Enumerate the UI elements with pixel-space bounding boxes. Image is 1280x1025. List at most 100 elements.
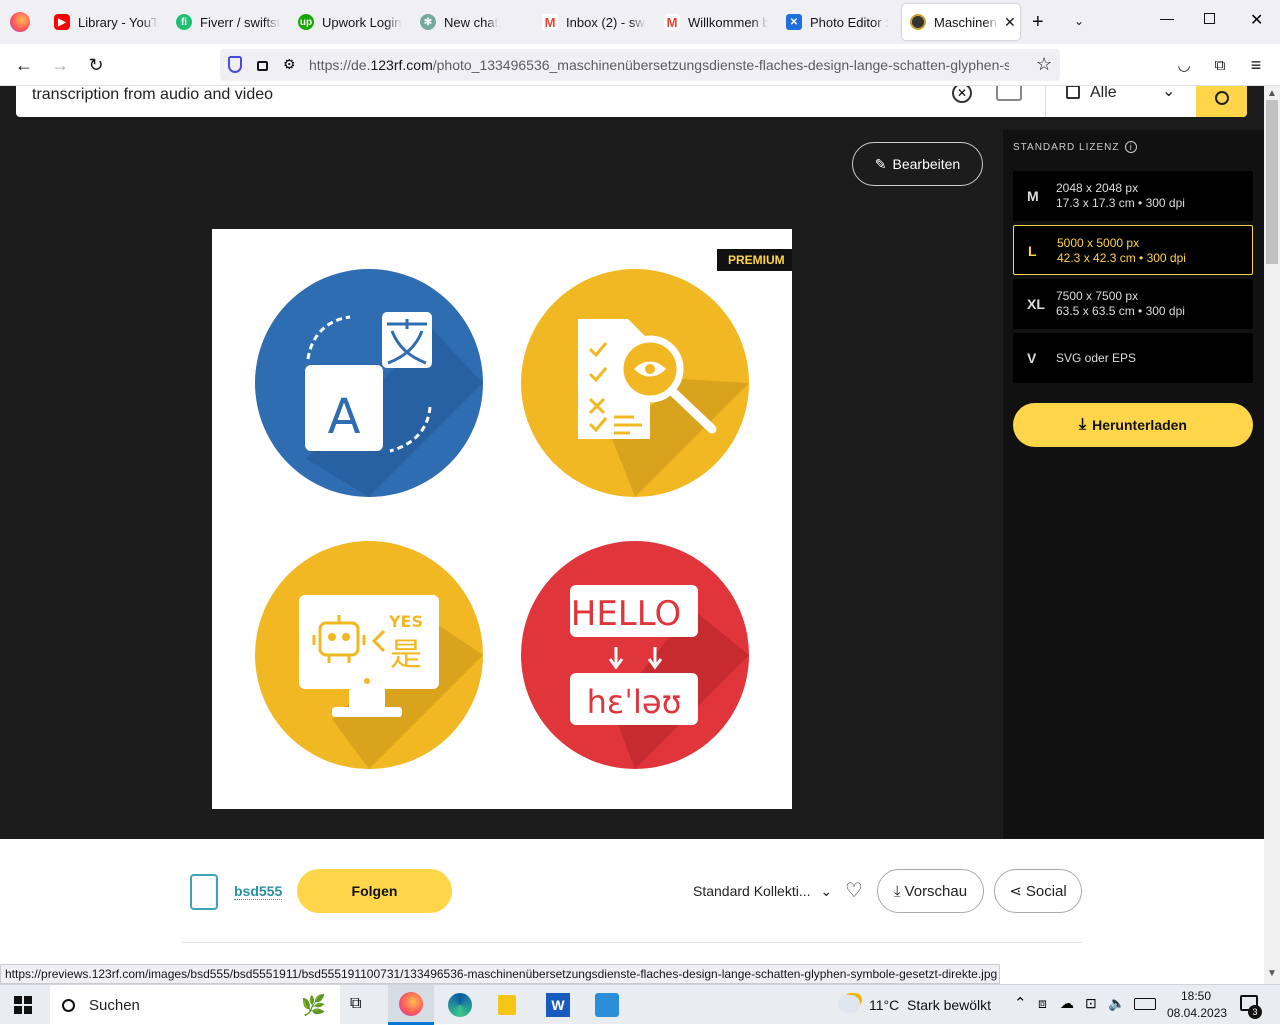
onedrive-icon[interactable]: ☁ [1060,995,1074,1012]
filter-dropdown[interactable]: Alle [1090,86,1117,102]
wifi-icon[interactable]: ⊡ [1085,995,1097,1012]
scroll-down-icon[interactable]: ▼ [1267,968,1277,979]
search-icon [62,998,75,1012]
tab-upwork[interactable]: up Upwork Login [298,0,402,44]
tab-library-youtube[interactable]: ▶ Library - YouTube [54,0,158,44]
tab-list-icon[interactable]: ⌄ [1074,14,1084,28]
clear-search-icon[interactable]: ✕ [952,86,972,103]
tab-inbox[interactable]: M Inbox (2) - swift [542,0,646,44]
tab-maschinen-active[interactable]: Maschinenüberset ✕ [902,4,1020,40]
info-icon[interactable]: i [1125,141,1138,153]
camera-search-icon[interactable] [996,86,1022,101]
chevron-down-icon: ⌄ [820,883,833,899]
forward-icon[interactable]: → [46,52,74,78]
download-button[interactable]: ⤓ Herunterladen [1013,403,1253,447]
restore-icon[interactable] [1204,13,1215,24]
chatgpt-icon: ✻ [420,14,436,30]
svg-text:A: A [328,389,361,445]
reload-icon[interactable]: ↻ [82,52,110,78]
document-review-icon [521,269,749,497]
edit-button[interactable]: ✎ Bearbeiten [852,142,983,186]
navigation-bar: ← → ↻ ⚙ https://de.123rf.com/photo_13349… [0,44,1280,86]
clock-date[interactable]: 08.04.2023 [1167,1006,1227,1020]
tab-fiverr[interactable]: fi Fiverr / swiftstudio [176,0,280,44]
yes-text: YES [388,612,423,631]
follow-button[interactable]: Folgen [297,869,452,913]
social-button[interactable]: ⋖ Social [994,869,1082,913]
tab-photo-editor[interactable]: ✕ Photo Editor : Pixlr [786,0,890,44]
file-explorer-icon[interactable] [498,995,516,1015]
translation-icons-illustration: A YES 是 HELLO hɛˈləʊ [255,269,749,769]
search-strip: transcription from audio and video ✕ All… [0,86,1264,130]
photos-icon[interactable] [595,993,619,1017]
word-icon[interactable]: W [546,993,570,1017]
search-input[interactable]: transcription from audio and video [32,86,273,104]
divider [1045,86,1046,117]
translate-icon: A [255,269,483,497]
task-view-icon[interactable]: ⧉ [350,995,361,1013]
preview-image[interactable]: PREMIUM A YES 是 HELLO hɛˈləʊ [212,229,792,809]
license-panel: STANDARD LIZENZ i M 2048 x 2048 px 17.3 … [1003,130,1264,839]
phonetic-text: hɛˈləʊ [587,683,682,721]
scroll-up-icon[interactable]: ▲ [1267,88,1277,99]
weather-text[interactable]: 11°C Stark bewölkt [869,997,991,1013]
download-icon: ⤓ [1079,416,1087,433]
lock-icon[interactable] [257,61,268,71]
search-bar: transcription from audio and video ✕ All… [16,86,1247,117]
tab-new-chat[interactable]: ✻ New chat [420,0,524,44]
tray-chevron-icon[interactable]: ⌃ [1014,994,1027,1012]
notification-count: 3 [1248,1005,1262,1019]
menu-icon[interactable]: ≡ [1242,52,1270,78]
windows-start-icon[interactable] [14,996,32,1014]
machine-translation-icon: YES 是 [255,541,483,769]
gmail-icon: M [664,14,680,30]
pocket-icon[interactable]: ◡ [1170,52,1198,78]
bookmark-star-icon[interactable]: ☆ [1036,54,1052,75]
taskbar-search[interactable]: Suchen 🌿 [50,985,340,1025]
tab-willkommen[interactable]: M Willkommen bei [664,0,768,44]
heart-icon[interactable]: ♡ [845,878,863,903]
youtube-icon: ▶ [54,14,70,30]
123rf-icon [910,14,926,30]
pronunciation-icon: HELLO hɛˈləʊ [521,541,749,769]
license-option-xl[interactable]: XL 7500 x 7500 px 63.5 x 63.5 cm • 300 d… [1013,279,1253,329]
collection-dropdown[interactable]: Standard Kollekti... ⌄ [693,883,832,900]
preview-button[interactable]: ⤓ Vorschau [877,869,984,913]
author-avatar[interactable] [190,874,218,910]
chinese-text: 是 [390,635,422,673]
pencil-icon: ✎ [874,155,887,172]
license-option-l[interactable]: L 5000 x 5000 px 42.3 x 42.3 cm • 300 dp… [1013,225,1253,275]
image-viewer: ✎ Bearbeiten PREMIUM A YES 是 HELLO hɛˈlə… [0,130,1003,839]
volume-icon[interactable]: 🔈 [1108,995,1125,1012]
tracking-protection-icon[interactable] [228,56,242,73]
address-bar[interactable]: ⚙ https://de.123rf.com/photo_133496536_m… [220,49,1060,81]
extensions-icon[interactable]: ⧉ [1206,52,1234,78]
page-content: transcription from audio and video ✕ All… [0,86,1264,966]
weather-icon [838,995,860,1013]
search-icon [1214,90,1229,105]
image-filter-icon [1066,86,1080,99]
link-status-bar: https://previews.123rf.com/images/bsd555… [0,964,1000,984]
scrollbar-thumb[interactable] [1266,100,1278,264]
permissions-icon[interactable]: ⚙ [283,56,296,73]
url-text[interactable]: https://de.123rf.com/photo_133496536_mas… [309,57,1009,73]
keyboard-icon[interactable] [1134,998,1156,1010]
search-button[interactable] [1196,86,1247,117]
new-tab-icon[interactable]: + [1032,11,1044,34]
license-option-v[interactable]: V SVG oder EPS [1013,333,1253,383]
firefox-menu-icon[interactable] [10,12,30,32]
license-heading: STANDARD LIZENZ i [1013,141,1138,153]
license-option-m[interactable]: M 2048 x 2048 px 17.3 x 17.3 cm • 300 dp… [1013,171,1253,221]
divider [181,942,1082,943]
author-name-link[interactable]: bsd555 [234,883,283,900]
firefox-taskbar-icon[interactable] [388,985,434,1025]
close-window-icon[interactable]: ✕ [1250,10,1263,30]
chevron-down-icon[interactable]: ⌄ [1162,86,1175,101]
back-icon[interactable]: ← [10,52,38,78]
close-tab-icon[interactable]: ✕ [1004,14,1016,31]
clock-time[interactable]: 18:50 [1181,989,1211,1003]
edge-dev-icon[interactable] [448,993,472,1017]
tray-network-icon[interactable]: ⧈ [1038,995,1047,1012]
page-scrollbar[interactable]: ▲ ▼ [1264,86,1280,984]
minimize-icon[interactable]: — [1160,10,1174,26]
